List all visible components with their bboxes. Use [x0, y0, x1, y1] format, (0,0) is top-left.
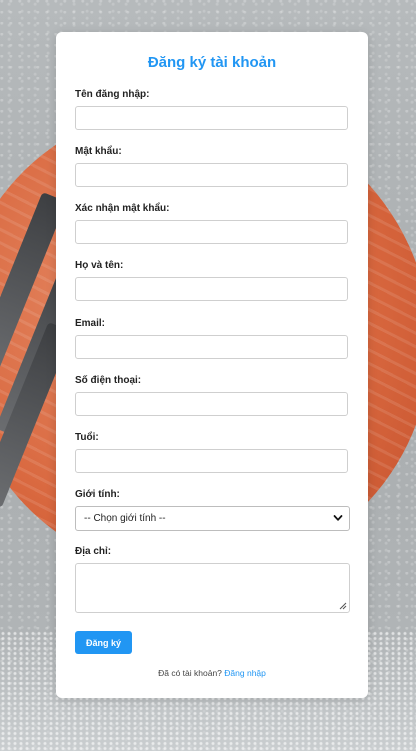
email-input[interactable]: [75, 335, 348, 359]
register-button[interactable]: Đăng ký: [75, 631, 132, 654]
login-prompt-text: Đã có tài khoản?: [158, 668, 222, 678]
confirm-password-label: Xác nhận mật khẩu:: [75, 203, 170, 214]
chevron-down-icon: [333, 515, 343, 521]
age-label: Tuổi:: [75, 432, 99, 443]
age-input[interactable]: [75, 449, 348, 473]
password-input[interactable]: [75, 163, 348, 187]
login-link[interactable]: Đăng nhập: [224, 668, 266, 678]
gender-select[interactable]: -- Chọn giới tính --: [75, 506, 350, 531]
gender-label: Giới tính:: [75, 489, 120, 500]
address-textarea[interactable]: [75, 563, 350, 613]
phone-input[interactable]: [75, 392, 348, 416]
address-label: Địa chỉ:: [75, 546, 112, 557]
email-label: Email:: [75, 318, 106, 329]
page-title: Đăng ký tài khoản: [147, 54, 277, 71]
username-label: Tên đăng nhập:: [75, 89, 150, 100]
password-label: Mật khẩu:: [75, 146, 122, 157]
login-prompt: Đã có tài khoản? Đăng nhập: [56, 668, 368, 678]
confirm-password-input[interactable]: [75, 220, 348, 244]
fullname-input[interactable]: [75, 277, 348, 301]
register-card: Đăng ký tài khoản Tên đăng nhập: Mật khẩ…: [56, 32, 368, 698]
phone-label: Số điện thoại:: [75, 375, 142, 386]
fullname-label: Họ và tên:: [75, 260, 124, 271]
gender-select-value: -- Chọn giới tính --: [84, 513, 166, 524]
username-input[interactable]: [75, 106, 348, 130]
resize-grip-icon[interactable]: [339, 602, 347, 610]
